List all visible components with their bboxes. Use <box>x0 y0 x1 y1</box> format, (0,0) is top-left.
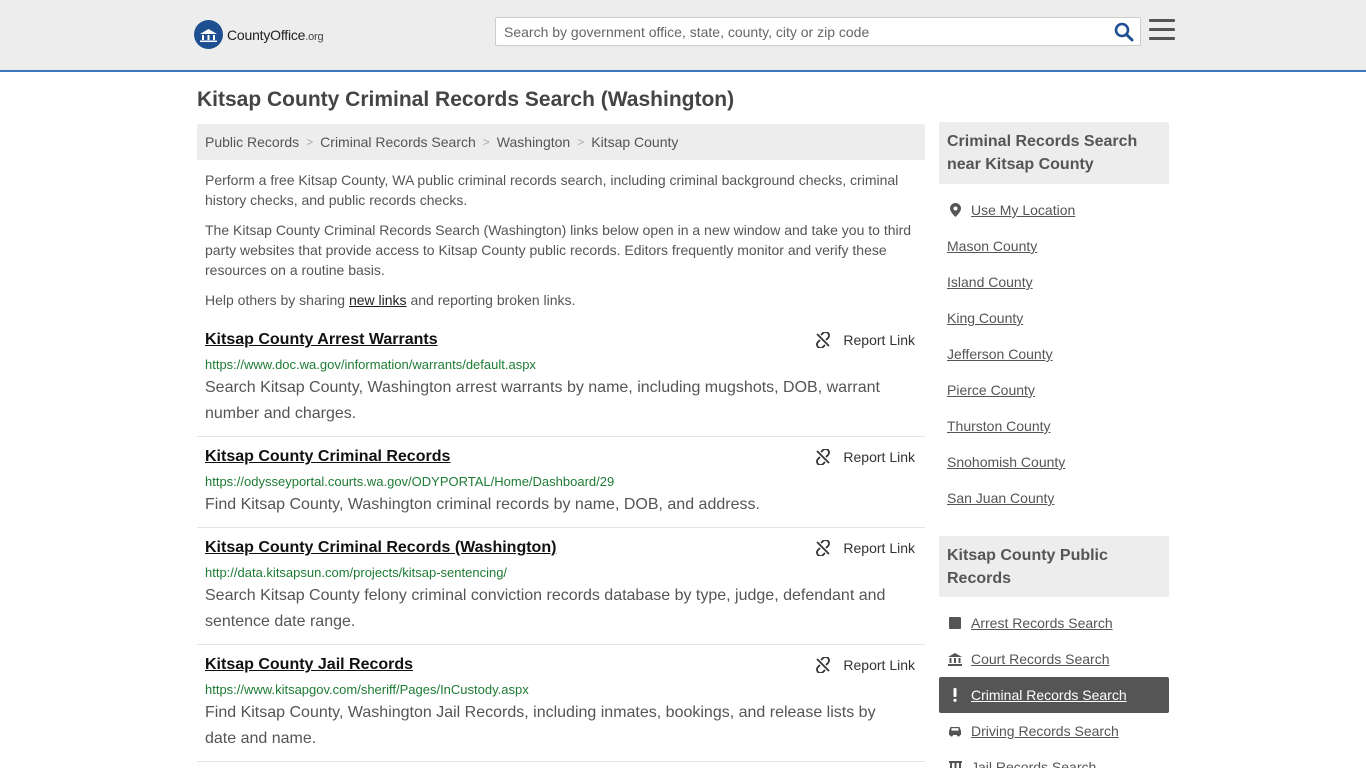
share-paragraph: Help others by sharing new links and rep… <box>205 292 576 308</box>
nearby-san-juan-county[interactable]: San Juan County <box>947 490 1054 506</box>
breadcrumb-separator-icon: > <box>482 135 490 149</box>
result-item: Kitsap County Arrest Warrants Report Lin… <box>197 322 925 437</box>
report-link-button[interactable]: Report Link <box>815 657 915 673</box>
sidebar-item-criminal-records: Criminal Records Search <box>939 677 1169 713</box>
search-bar <box>495 17 1141 46</box>
courthouse-icon <box>948 652 962 666</box>
broken-link-icon <box>816 449 831 465</box>
report-link-button[interactable]: Report Link <box>815 332 915 348</box>
map-pin-icon <box>948 203 962 217</box>
disclaimer-paragraph: The Kitsap County Criminal Records Searc… <box>205 222 912 278</box>
result-description: Find Kitsap County, Washington criminal … <box>205 496 760 513</box>
nearby-island-county[interactable]: Island County <box>947 274 1033 290</box>
result-title-link[interactable]: Kitsap County Criminal Records <box>205 448 450 466</box>
jail-records-link[interactable]: Jail Records Search <box>971 759 1096 768</box>
square-icon <box>948 616 962 630</box>
car-icon <box>948 724 962 738</box>
broken-link-icon <box>816 540 831 556</box>
result-title-link[interactable]: Kitsap County Criminal Records (Washingt… <box>205 539 556 557</box>
sidebar-item-driving-records: Driving Records Search <box>939 713 1169 749</box>
sidebar-item-arrest-records: Arrest Records Search <box>939 605 1169 641</box>
result-title-link[interactable]: Kitsap County Jail Records <box>205 656 413 674</box>
result-description: Search Kitsap County felony criminal con… <box>205 587 886 630</box>
breadcrumb-separator-icon: > <box>577 135 585 149</box>
result-item: Kitsap County Criminal Records Report Li… <box>197 439 925 528</box>
result-url: http://data.kitsapsun.com/projects/kitsa… <box>205 565 508 580</box>
result-url: https://www.kitsapgov.com/sheriff/Pages/… <box>205 682 529 697</box>
site-header: CountyOffice.org <box>0 0 1366 72</box>
jail-icon <box>948 760 962 768</box>
nearby-section-title: Criminal Records Search near Kitsap Coun… <box>939 122 1169 184</box>
report-link-button[interactable]: Report Link <box>815 449 915 465</box>
public-records-section-title: Kitsap County Public Records <box>939 536 1169 597</box>
nearby-jefferson-county[interactable]: Jefferson County <box>947 346 1053 362</box>
criminal-records-link[interactable]: Criminal Records Search <box>971 687 1127 703</box>
nearby-mason-county[interactable]: Mason County <box>947 238 1037 254</box>
broken-link-icon <box>816 657 831 673</box>
use-my-location-item: Use My Location <box>939 192 1169 228</box>
use-my-location-link[interactable]: Use My Location <box>971 202 1075 218</box>
intro-paragraph: Perform a free Kitsap County, WA public … <box>205 172 899 208</box>
breadcrumb-public-records[interactable]: Public Records <box>205 134 299 150</box>
search-icon[interactable] <box>1114 22 1134 42</box>
hamburger-menu-icon[interactable] <box>1149 19 1175 43</box>
search-input[interactable] <box>496 18 1096 45</box>
capitol-logo-icon <box>194 20 223 49</box>
logo-text: CountyOffice.org <box>227 26 324 43</box>
sidebar-item-jail-records: Jail Records Search <box>939 749 1169 768</box>
nearby-king-county[interactable]: King County <box>947 310 1023 326</box>
result-title-link[interactable]: Kitsap County Arrest Warrants <box>205 331 438 349</box>
result-description: Find Kitsap County, Washington Jail Reco… <box>205 704 876 747</box>
site-logo[interactable]: CountyOffice.org <box>194 20 324 49</box>
result-url: https://odysseyportal.courts.wa.gov/ODYP… <box>205 474 615 489</box>
nearby-pierce-county[interactable]: Pierce County <box>947 382 1035 398</box>
court-records-link[interactable]: Court Records Search <box>971 651 1110 667</box>
nearby-thurston-county[interactable]: Thurston County <box>947 418 1051 434</box>
breadcrumb-washington[interactable]: Washington <box>497 134 570 150</box>
exclamation-icon <box>948 688 962 702</box>
result-description: Search Kitsap County, Washington arrest … <box>205 379 880 422</box>
new-links-link[interactable]: new links <box>349 292 407 308</box>
nearby-snohomish-county[interactable]: Snohomish County <box>947 454 1065 470</box>
breadcrumb: Public Records > Criminal Records Search… <box>197 124 925 160</box>
result-item: Kitsap County Criminal Records (Washingt… <box>197 530 925 645</box>
sidebar-item-court-records: Court Records Search <box>939 641 1169 677</box>
report-link-button[interactable]: Report Link <box>815 540 915 556</box>
broken-link-icon <box>816 332 831 348</box>
result-item: Kitsap County Jail Records Report Link h… <box>197 647 925 762</box>
breadcrumb-separator-icon: > <box>306 135 314 149</box>
result-url: https://www.doc.wa.gov/information/warra… <box>205 357 536 372</box>
arrest-records-link[interactable]: Arrest Records Search <box>971 615 1113 631</box>
driving-records-link[interactable]: Driving Records Search <box>971 723 1119 739</box>
breadcrumb-criminal-records-search[interactable]: Criminal Records Search <box>320 134 476 150</box>
page-title: Kitsap County Criminal Records Search (W… <box>197 88 735 111</box>
breadcrumb-kitsap-county[interactable]: Kitsap County <box>591 134 678 150</box>
